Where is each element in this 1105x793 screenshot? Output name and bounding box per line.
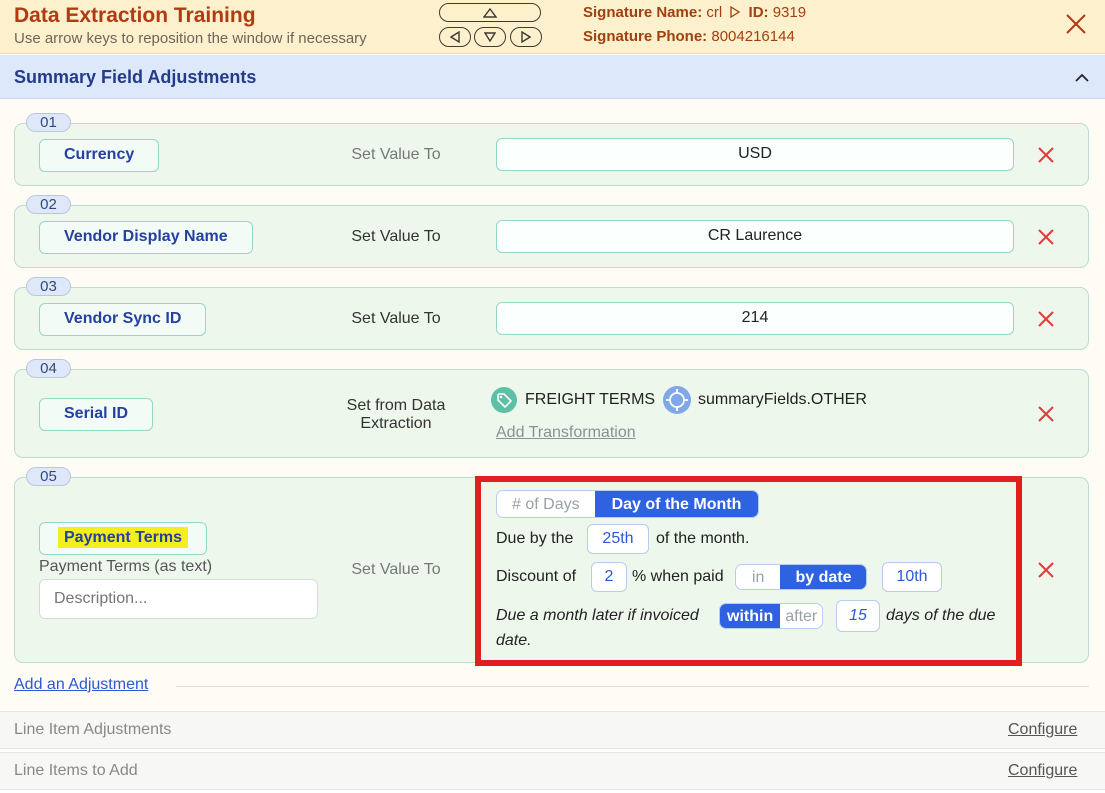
remove-icon[interactable] <box>1037 405 1055 423</box>
field-selector[interactable]: Vendor Display Name <box>39 221 253 254</box>
action-label: Set Value To <box>351 228 441 245</box>
close-icon[interactable] <box>1064 12 1088 36</box>
payment-terms-text-label: Payment Terms (as text) <box>39 558 213 575</box>
field-selector-label: Payment Terms <box>58 527 188 548</box>
add-adjustment-link[interactable]: Add an Adjustment <box>14 676 148 694</box>
line-item-adjustments-label: Line Item Adjustments <box>14 721 172 738</box>
action-label: Set Value To <box>351 146 441 163</box>
action-label: Set Value To <box>351 561 441 578</box>
arrow-left-icon <box>450 31 460 43</box>
signature-phone-label: Signature Phone: <box>583 28 708 45</box>
section-title: Summary Field Adjustments <box>14 67 257 87</box>
field-selector[interactable]: Payment Terms <box>39 522 207 555</box>
field-selector[interactable]: Vendor Sync ID <box>39 303 207 336</box>
extraction-tag-label: FREIGHT TERMS <box>525 391 656 408</box>
configure-line-items-to-add-link[interactable]: Configure <box>1008 762 1077 780</box>
adjustment-number: 02 <box>26 195 71 214</box>
configure-line-item-adjustments-link[interactable]: Configure <box>1008 721 1077 739</box>
highlight-box <box>475 476 1022 666</box>
move-up-button[interactable] <box>439 3 541 22</box>
tag-icon <box>491 387 517 413</box>
value-input[interactable]: 214 <box>496 302 1014 335</box>
adjustment-card: Vendor Sync ID Set Value To 214 <box>14 287 1089 350</box>
window-title: Data Extraction Training <box>14 4 256 27</box>
adjustment-card: Currency Set Value To USD <box>14 123 1089 186</box>
add-transformation-link[interactable]: Add Transformation <box>496 424 636 442</box>
target-field-label: summaryFields.OTHER <box>698 391 867 408</box>
action-label-line-2: Extraction <box>360 415 432 432</box>
signature-phone-value: 8004216144 <box>711 28 795 45</box>
signature-name-label: Signature Name: <box>583 4 703 21</box>
description-input[interactable] <box>39 579 318 619</box>
action-label-line-1: Set from Data <box>346 397 446 414</box>
line-items-to-add-label: Line Items to Add <box>14 762 138 779</box>
remove-icon[interactable] <box>1037 310 1055 328</box>
action-label: Set Value To <box>351 310 441 327</box>
remove-icon[interactable] <box>1037 561 1055 579</box>
arrow-up-icon <box>483 7 497 18</box>
move-right-button[interactable] <box>510 27 542 47</box>
adjustment-number: 04 <box>26 359 71 378</box>
arrow-right-icon <box>521 31 531 43</box>
window-subtitle: Use arrow keys to reposition the window … <box>14 30 367 47</box>
id-label: ID: <box>748 4 769 21</box>
adjustment-number: 01 <box>26 113 71 132</box>
value-input[interactable]: CR Laurence <box>496 220 1014 253</box>
id-value: 9319 <box>772 4 807 21</box>
section-header[interactable]: Summary Field Adjustments <box>0 55 1105 99</box>
adjustments-panel: Currency Set Value To USD 01 Vendor Disp… <box>0 99 1105 711</box>
adjustment-card: Serial ID Set from Data Extraction FREIG… <box>14 369 1089 458</box>
signature-name-row: Signature Name: crl ID: 9319 <box>583 4 806 21</box>
adjustment-number: 05 <box>26 467 71 486</box>
target-icon <box>663 386 691 414</box>
chevron-up-icon[interactable] <box>1074 71 1090 83</box>
action-label: Set from Data Extraction <box>315 397 477 433</box>
adjustment-number: 03 <box>26 277 71 296</box>
window-header: Data Extraction Training Use arrow keys … <box>0 0 1105 54</box>
field-selector[interactable]: Serial ID <box>39 398 154 431</box>
move-down-button[interactable] <box>474 27 506 47</box>
remove-icon[interactable] <box>1037 228 1055 246</box>
signature-phone-row: Signature Phone: 8004216144 <box>583 28 795 45</box>
adjustment-card: Vendor Display Name Set Value To CR Laur… <box>14 205 1089 268</box>
field-selector[interactable]: Currency <box>39 139 160 172</box>
value-input[interactable]: USD <box>496 138 1014 171</box>
signature-name-value: crl <box>706 4 723 21</box>
arrow-down-icon <box>484 32 496 42</box>
line-items-to-add-bar: Line Items to Add Configure <box>0 752 1105 790</box>
remove-icon[interactable] <box>1037 146 1055 164</box>
play-icon <box>730 5 741 19</box>
divider <box>176 686 1089 687</box>
line-item-adjustments-bar: Line Item Adjustments Configure <box>0 711 1105 749</box>
move-left-button[interactable] <box>439 27 471 47</box>
